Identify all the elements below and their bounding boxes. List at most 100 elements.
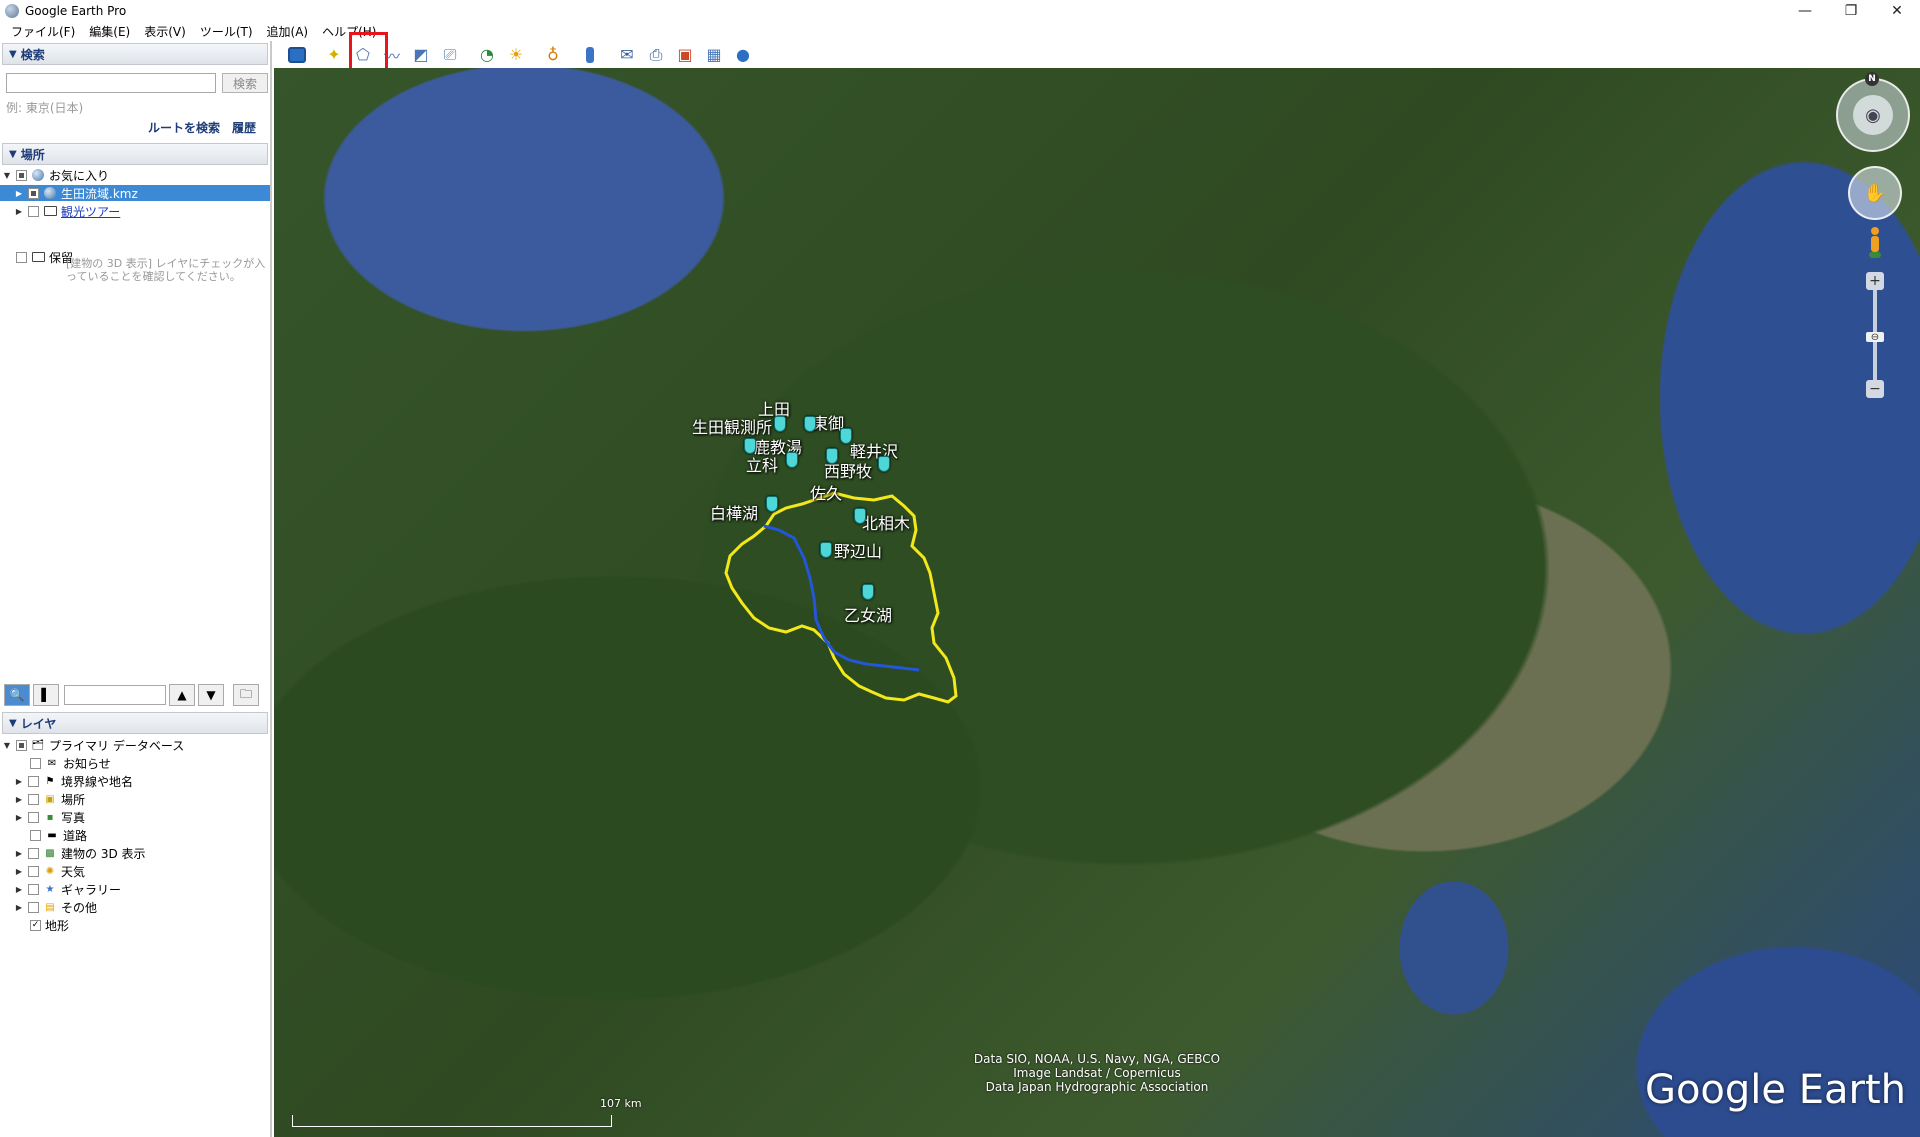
expand-arrow-icon[interactable]: ▶ (14, 885, 24, 894)
checkbox[interactable] (28, 901, 39, 913)
label-shirakabako[interactable]: 白樺湖 (710, 500, 758, 524)
tree-item-favorites[interactable]: ▼ お気に入り (0, 167, 270, 183)
layer-terrain[interactable]: ✓ 地形 (0, 916, 270, 934)
label-kitaaiki[interactable]: 北相木 (862, 510, 910, 534)
placemark-pin-icon[interactable] (854, 508, 866, 524)
view-in-maps-button[interactable]: ▦ (701, 44, 727, 66)
checkbox[interactable] (28, 775, 39, 787)
checkbox[interactable] (28, 793, 39, 805)
filter-input[interactable] (64, 685, 166, 705)
layers-panel-header[interactable]: ▼ レイヤ (2, 712, 268, 734)
tree-item-tour[interactable]: ▶ 観光ツアー (0, 203, 270, 219)
expand-arrow-icon[interactable]: ▶ (14, 189, 24, 198)
sunlight-button[interactable]: ☀ (503, 44, 529, 66)
layer-places[interactable]: ▶ ▣ 場所 (0, 790, 270, 808)
expand-arrow-icon[interactable]: ▶ (14, 207, 24, 216)
layer-other[interactable]: ▶ ▤ その他 (0, 898, 270, 916)
close-button[interactable]: ✕ (1874, 0, 1920, 22)
sidebar-toggle-button[interactable] (284, 44, 310, 66)
search-toggle-button[interactable]: 🔍 (4, 684, 30, 706)
places-panel-header[interactable]: ▼ 場所 (2, 143, 268, 165)
placemark-pin-icon[interactable] (878, 456, 890, 472)
checkbox[interactable] (28, 187, 39, 199)
menu-help[interactable]: ヘルプ(H) (315, 23, 383, 40)
label-tateshina[interactable]: 立科 (746, 452, 778, 476)
print-button[interactable]: ⎙ (643, 44, 669, 66)
checkbox-checked[interactable]: ✓ (30, 919, 41, 931)
label-saku[interactable]: 佐久 (810, 480, 842, 504)
tree-item-ikuta-kmz[interactable]: ▶ 生田流域.kmz (0, 185, 270, 201)
expand-arrow-icon[interactable]: ▼ (2, 171, 12, 180)
layer-borders[interactable]: ▶ ⚑ 境界線や地名 (0, 772, 270, 790)
checkbox[interactable] (30, 829, 41, 841)
route-search-link[interactable]: ルートを検索 (148, 119, 220, 136)
zoom-in-button[interactable]: + (1866, 272, 1884, 290)
layer-roads[interactable]: ▬ 道路 (0, 826, 270, 844)
tree-item-label[interactable]: 観光ツアー (61, 203, 120, 220)
panel-toggle-button[interactable]: ▌ (33, 684, 59, 706)
layer-photos[interactable]: ▶ ▪ 写真 (0, 808, 270, 826)
placemark-pin-icon[interactable] (744, 438, 756, 454)
placemark-pin-icon[interactable] (862, 584, 874, 600)
expand-arrow-icon[interactable]: ▶ (14, 813, 24, 822)
placemark-pin-icon[interactable] (774, 416, 786, 432)
move-down-button[interactable]: ▼ (198, 684, 224, 706)
placemark-pin-icon[interactable] (840, 428, 852, 444)
pegman-icon[interactable] (1866, 226, 1884, 262)
watershed-boundary[interactable] (724, 491, 958, 704)
expand-arrow-icon[interactable]: ▶ (14, 795, 24, 804)
expand-arrow-icon[interactable]: ▶ (14, 849, 24, 858)
checkbox[interactable] (16, 739, 27, 751)
move-control[interactable]: ✋ (1848, 166, 1902, 220)
ruler-button[interactable] (577, 44, 603, 66)
look-control[interactable]: ◉ (1836, 78, 1910, 152)
menu-add[interactable]: 追加(A) (260, 23, 316, 40)
north-indicator[interactable]: N (1865, 72, 1879, 86)
checkbox[interactable] (28, 205, 39, 217)
maximize-button[interactable]: ❐ (1828, 0, 1874, 22)
search-input[interactable] (6, 73, 216, 93)
add-image-overlay-button[interactable]: ◩ (408, 44, 434, 66)
minimize-button[interactable]: — (1782, 0, 1828, 22)
expand-arrow-icon[interactable]: ▶ (14, 777, 24, 786)
placemark-pin-icon[interactable] (804, 416, 816, 432)
layer-gallery[interactable]: ▶ ★ ギャラリー (0, 880, 270, 898)
menu-tools[interactable]: ツール(T) (193, 23, 260, 40)
add-polygon-button[interactable]: ⬠ (350, 44, 376, 66)
checkbox[interactable] (16, 251, 27, 263)
search-button[interactable]: 検索 (222, 73, 268, 93)
expand-arrow-icon[interactable]: ▶ (14, 867, 24, 876)
add-folder-button[interactable]: 🗀 (233, 684, 259, 706)
planets-button[interactable]: ♁ (540, 44, 566, 66)
label-nobeyama[interactable]: 野辺山 (834, 538, 882, 562)
placemark-pin-icon[interactable] (786, 452, 798, 468)
checkbox[interactable] (28, 847, 39, 859)
add-placemark-button[interactable]: ✦ (321, 44, 347, 66)
expand-arrow-icon[interactable]: ▼ (2, 741, 12, 750)
checkbox[interactable] (28, 865, 39, 877)
menu-view[interactable]: 表示(V) (137, 23, 193, 40)
zoom-out-button[interactable]: − (1866, 380, 1884, 398)
layer-3d-buildings[interactable]: ▶ ▩ 建物の 3D 表示 (0, 844, 270, 862)
placemark-pin-icon[interactable] (820, 542, 832, 558)
checkbox[interactable] (30, 757, 41, 769)
search-panel-header[interactable]: ▼ 検索 (2, 43, 268, 65)
checkbox[interactable] (16, 169, 27, 181)
menu-file[interactable]: ファイル(F) (4, 23, 82, 40)
layer-primary-db[interactable]: ▼ 🗂 プライマリ データベース (0, 736, 270, 754)
label-otomeko[interactable]: 乙女湖 (844, 602, 892, 626)
record-tour-button[interactable]: ⎚ (437, 44, 463, 66)
earth-button[interactable]: ● (730, 44, 756, 66)
checkbox[interactable] (28, 883, 39, 895)
expand-arrow-icon[interactable]: ▶ (14, 903, 24, 912)
historical-imagery-button[interactable]: ◔ (474, 44, 500, 66)
save-image-button[interactable]: ▣ (672, 44, 698, 66)
checkbox[interactable] (28, 811, 39, 823)
map-view[interactable]: 上田 東御 生田観測所 鹿教湯 軽井沢 立科 西野牧 佐久 白樺湖 北相木 野辺… (274, 68, 1920, 1137)
placemark-pin-icon[interactable] (826, 448, 838, 464)
layer-news[interactable]: ✉ お知らせ (0, 754, 270, 772)
email-button[interactable]: ✉ (614, 44, 640, 66)
layer-weather[interactable]: ▶ ✺ 天気 (0, 862, 270, 880)
placemark-pin-icon[interactable] (766, 496, 778, 512)
add-path-button[interactable]: 〰 (379, 44, 405, 66)
